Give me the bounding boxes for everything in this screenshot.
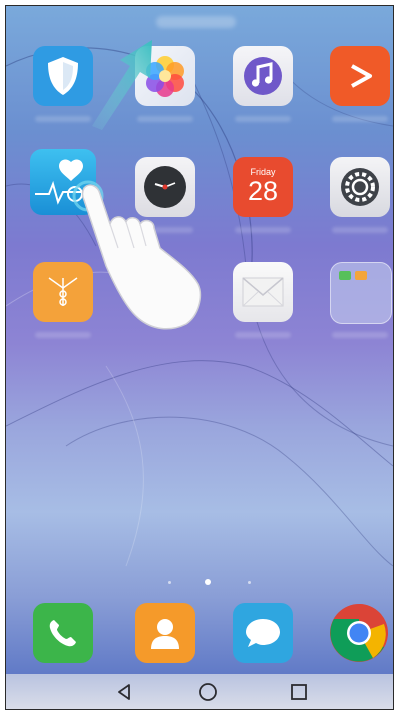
- recents-button[interactable]: [287, 680, 311, 704]
- back-triangle-icon: [118, 684, 130, 700]
- home-button[interactable]: [196, 680, 220, 704]
- calendar-app[interactable]: Friday 28: [233, 157, 293, 233]
- play-icon: [330, 46, 390, 106]
- swipe-up-arrow-icon: [92, 40, 152, 130]
- chat-bubble-icon: [233, 603, 293, 663]
- music-note-icon: [233, 46, 293, 106]
- settings-app[interactable]: [330, 157, 390, 233]
- phone-screen: Friday 28: [5, 5, 394, 710]
- app-folder[interactable]: [330, 262, 392, 338]
- app-folder-icon: [330, 262, 392, 324]
- phone-icon: [33, 603, 93, 663]
- contacts-app[interactable]: [135, 603, 195, 663]
- music-app[interactable]: [233, 46, 293, 122]
- calendar-day-number: 28: [247, 176, 279, 206]
- contact-icon: [135, 603, 195, 663]
- gear-icon: [330, 157, 390, 217]
- phone-app[interactable]: [33, 603, 93, 663]
- chrome-app[interactable]: [327, 601, 391, 665]
- messages-app[interactable]: [233, 603, 293, 663]
- chrome-icon: [327, 601, 391, 665]
- dock: [6, 593, 393, 673]
- video-app[interactable]: [330, 46, 390, 122]
- back-button[interactable]: [112, 680, 136, 704]
- navigation-bar: [6, 674, 393, 709]
- status-bar: [6, 6, 393, 36]
- envelope-icon: [233, 262, 293, 322]
- tap-hand-icon: [72, 180, 202, 330]
- page-indicator: [6, 578, 393, 588]
- calendar-icon: Friday 28: [233, 157, 293, 217]
- email-app[interactable]: [233, 262, 293, 338]
- recents-square-icon: [291, 684, 307, 700]
- home-circle-icon: [199, 683, 217, 701]
